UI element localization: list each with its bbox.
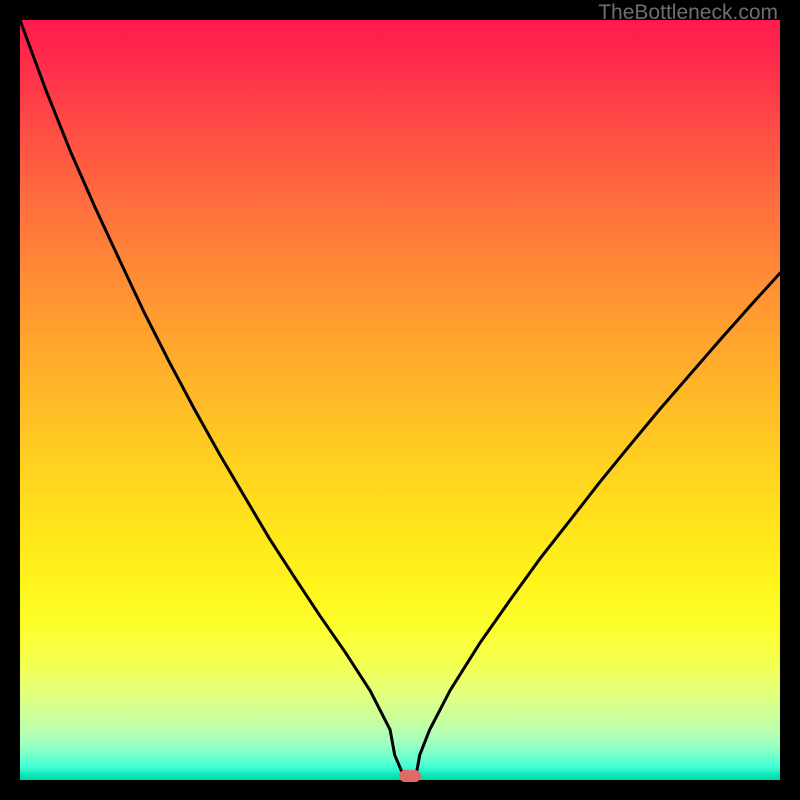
- bottleneck-curve: [20, 20, 780, 780]
- plot-area: [20, 20, 780, 780]
- curve-layer: [20, 20, 780, 780]
- outer-frame: TheBottleneck.com: [0, 0, 800, 800]
- watermark-text: TheBottleneck.com: [598, 1, 778, 25]
- optimum-marker: [399, 770, 421, 782]
